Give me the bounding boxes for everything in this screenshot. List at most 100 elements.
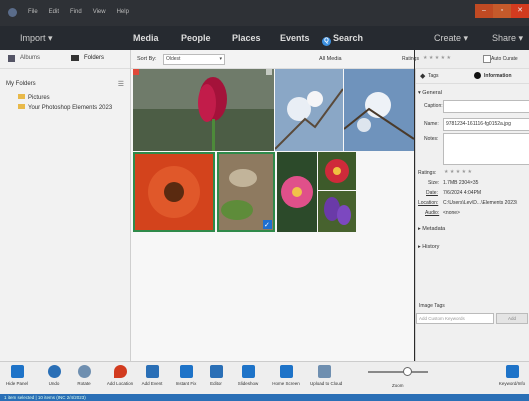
keyword-info-label: Keyword/Info	[498, 381, 526, 386]
home-screen-button[interactable]: Home Screen	[272, 365, 300, 386]
folder-view-toggle-icon[interactable]: ☰	[118, 80, 124, 88]
hide-panel-button[interactable]: Hide Panel	[3, 365, 31, 386]
history-section-toggle[interactable]: ▸ History	[418, 244, 439, 250]
editor-icon	[209, 365, 223, 378]
thumbnail-tulip[interactable]	[133, 69, 274, 151]
general-section-toggle[interactable]: ▾ General	[418, 90, 442, 96]
menu-view[interactable]: View	[93, 9, 106, 15]
menu-file[interactable]: File	[28, 9, 38, 15]
tab-places[interactable]: Places	[232, 33, 261, 43]
metadata-section-toggle[interactable]: ▸ Metadata	[418, 226, 445, 232]
menu-find[interactable]: Find	[70, 9, 82, 15]
upload-to-cloud-button[interactable]: Upload to Cloud	[310, 365, 343, 386]
thumbnail-iris[interactable]	[318, 191, 356, 232]
minimize-button[interactable]: –	[475, 4, 493, 18]
tag-icon	[505, 365, 519, 378]
view-label: All Media	[319, 56, 342, 62]
thumbnail-sunflower[interactable]	[133, 152, 215, 232]
folder-label: Pictures	[28, 95, 50, 101]
folder-item-pictures[interactable]: Pictures	[18, 94, 50, 101]
left-panel-tabs: Albums Folders	[0, 50, 130, 69]
info-icon	[474, 72, 481, 79]
editor-button[interactable]: Editor	[202, 365, 230, 386]
media-toolbar: Sort By: Oldest ▾ All Media	[131, 50, 414, 69]
nav-bar: Import ▾ Media People Places Events Q Sea…	[0, 26, 529, 50]
folder-icon	[71, 55, 79, 61]
instant-fix-button[interactable]: Instant Fix	[172, 365, 200, 386]
location-label[interactable]: Location:	[418, 200, 438, 206]
status-text: 1 item selected | 10 items (INC 2/4/2023…	[4, 395, 86, 400]
name-value: 9781234-161116-fg0152a.jpg	[446, 121, 511, 127]
size-label: Size:	[428, 180, 440, 186]
info-panel-tabs: ◆ Tags Information	[416, 69, 529, 84]
add-label: Add	[507, 316, 516, 321]
editor-label: Editor	[210, 381, 222, 386]
thumbnail-blossom-2[interactable]	[344, 69, 414, 151]
thumbnail-frog-selected[interactable]: ✓	[217, 152, 275, 232]
undo-button[interactable]: Undo	[40, 365, 68, 386]
restore-button[interactable]: ▫	[493, 4, 511, 18]
tab-information[interactable]: Information	[484, 73, 512, 79]
create-label: Create	[434, 33, 462, 43]
date-label[interactable]: Date:	[426, 190, 438, 196]
menu-help[interactable]: Help	[117, 9, 129, 15]
add-event-button[interactable]: Add Event	[138, 365, 166, 386]
audio-label[interactable]: Audio:	[425, 210, 439, 216]
ratings-filter-stars[interactable]: ★ ★ ★ ★ ★	[423, 55, 451, 61]
zoom-label: Zoom	[392, 383, 404, 388]
create-button[interactable]: Create ▾	[434, 33, 468, 44]
tab-folders[interactable]: Folders	[84, 55, 104, 61]
thumbnail-pink-flower[interactable]	[277, 152, 317, 232]
add-keywords-input[interactable]: Add Custom Keywords	[416, 313, 494, 324]
tab-tags[interactable]: Tags	[428, 73, 439, 79]
home-icon	[279, 365, 293, 378]
add-location-label: Add Location	[106, 381, 134, 386]
auto-curate-label: Auto Curate	[491, 56, 518, 62]
zoom-slider-track[interactable]	[368, 371, 428, 373]
audio-value: <none>	[443, 210, 460, 216]
tab-media[interactable]: Media	[133, 33, 159, 43]
import-button[interactable]: Import ▾	[20, 33, 53, 44]
image-tags-label: Image Tags	[419, 303, 445, 309]
search-label: Search	[333, 33, 364, 43]
folder-item-elements[interactable]: Your Photoshop Elements 2023	[18, 104, 112, 111]
menu-edit[interactable]: Edit	[49, 9, 59, 15]
ratings-label: Ratings	[402, 56, 419, 62]
keyword-info-button[interactable]: Keyword/Info	[498, 365, 526, 386]
add-location-button[interactable]: Add Location	[106, 365, 134, 386]
add-keyword-button[interactable]: Add	[496, 313, 528, 324]
thumbnail-red-flower[interactable]	[318, 152, 356, 190]
bottom-toolbar: Hide Panel Undo Rotate Add Location Add …	[0, 361, 529, 395]
rating-stars[interactable]: ★ ★ ★ ★ ★	[444, 169, 472, 175]
tab-albums[interactable]: Albums	[20, 55, 40, 61]
folder-label: Your Photoshop Elements 2023	[28, 105, 113, 111]
instant-fix-icon	[179, 365, 193, 378]
calendar-icon	[145, 365, 159, 378]
general-label: General	[422, 90, 442, 96]
slideshow-button[interactable]: Slideshow	[234, 365, 262, 386]
slideshow-icon	[241, 365, 255, 378]
name-field[interactable]: 9781234-161116-fg0152a.jpg	[443, 118, 529, 131]
left-panel: Albums Folders My Folders ☰ Pictures You…	[0, 50, 131, 361]
sort-dropdown[interactable]: Oldest ▾	[163, 54, 225, 65]
thumbnail-blossom-1[interactable]	[275, 69, 343, 151]
name-label: Name:	[424, 121, 439, 127]
tag-icon: ◆	[420, 73, 426, 80]
my-folders-header: My Folders	[6, 81, 36, 87]
tab-events[interactable]: Events	[280, 33, 310, 43]
auto-curate-checkbox[interactable]	[483, 55, 491, 63]
upload-to-cloud-label: Upload to Cloud	[310, 381, 343, 386]
size-value: 1.7MB 2304×35	[443, 180, 479, 186]
location-pin-icon	[113, 365, 127, 378]
search-button[interactable]: Q Search	[322, 33, 363, 46]
notes-field[interactable]	[443, 133, 529, 165]
zoom-slider-handle[interactable]	[403, 367, 412, 376]
folder-icon	[18, 94, 25, 99]
rotate-button[interactable]: Rotate	[70, 365, 98, 386]
share-button[interactable]: Share ▾	[492, 33, 523, 44]
caption-field[interactable]	[443, 100, 529, 113]
tab-people[interactable]: People	[181, 33, 211, 43]
location-value: C:\Users\Lev\D...\Elements 2023\	[443, 200, 518, 206]
close-button[interactable]: ✕	[511, 4, 529, 18]
caption-label: Caption:	[424, 103, 443, 109]
